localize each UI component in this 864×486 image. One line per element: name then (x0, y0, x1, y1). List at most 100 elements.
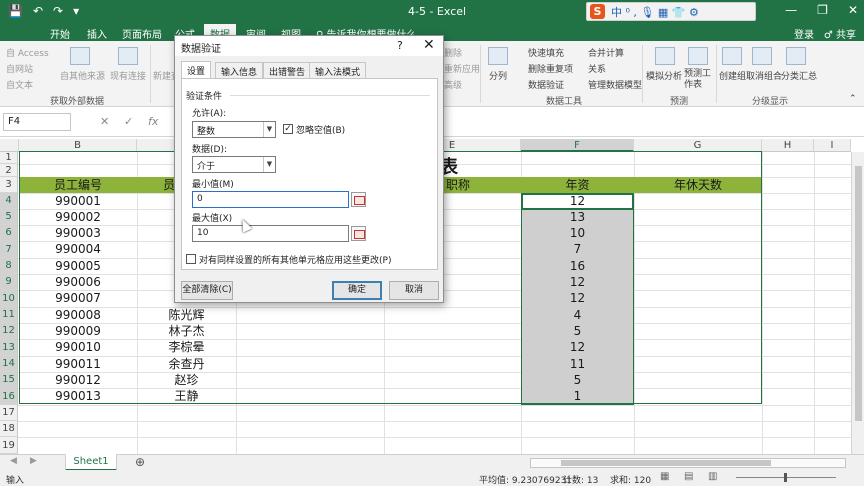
normal-view-icon[interactable]: ▦ (660, 471, 669, 482)
cell-years[interactable]: 12 (521, 290, 634, 306)
add-sheet-icon[interactable]: ⊕ (135, 455, 145, 469)
apply-all-checkbox[interactable] (186, 254, 196, 264)
page-break-view-icon[interactable]: ▥ (708, 471, 717, 482)
row-header[interactable]: 15 (0, 372, 18, 388)
tab-error-alert[interactable]: 出错警告 (263, 62, 312, 78)
row-header[interactable]: 7 (0, 241, 18, 258)
name-box[interactable]: F4 (3, 113, 71, 131)
minimum-range-picker-icon[interactable] (351, 192, 366, 207)
cell-years[interactable]: 5 (521, 372, 634, 388)
column-header-b[interactable]: B (19, 139, 137, 152)
cell-employee-id[interactable]: 990007 (19, 290, 137, 306)
cell-employee-id[interactable]: 990001 (19, 193, 137, 209)
cell-years[interactable]: 16 (521, 258, 634, 274)
manage-data-model-button[interactable]: 管理数据模型 (588, 78, 642, 91)
cell-years[interactable]: 1 (521, 388, 634, 404)
text-to-columns-button[interactable]: 分列 (489, 69, 507, 82)
cell-years[interactable]: 4 (521, 307, 634, 323)
insert-function-icon[interactable]: fx (148, 115, 158, 128)
group-button[interactable]: 创建组 (719, 69, 746, 82)
from-access-button[interactable]: 自 Access (6, 46, 49, 59)
cancel-icon[interactable]: ✕ (100, 115, 109, 128)
cell-employee-id[interactable]: 990006 (19, 274, 137, 290)
cell-employee-id[interactable]: 990002 (19, 209, 137, 225)
row-header[interactable]: 3 (0, 177, 18, 193)
cell-employee-id[interactable]: 990009 (19, 323, 137, 339)
cell-employee-id[interactable]: 990003 (19, 225, 137, 241)
tab-ime-mode[interactable]: 输入法模式 (309, 62, 367, 78)
cell-years[interactable]: 12 (521, 193, 634, 209)
horizontal-scrollbar[interactable] (530, 458, 846, 468)
cell-employee-name[interactable]: 李棕晕 (137, 339, 236, 355)
row-header[interactable]: 17 (0, 405, 18, 421)
cell-employee-name[interactable]: 陈光辉 (137, 307, 236, 323)
cell-employee-id[interactable]: 990010 (19, 339, 137, 355)
data-select[interactable]: 介于 ▼ (192, 156, 276, 173)
tab-input-message[interactable]: 输入信息 (215, 62, 264, 78)
vertical-scrollbar[interactable] (851, 152, 864, 454)
header-annual-leave[interactable]: 年休天数 (634, 177, 762, 193)
cell-employee-id[interactable]: 990011 (19, 356, 137, 372)
cell-years[interactable]: 12 (521, 274, 634, 290)
row-header[interactable]: 8 (0, 258, 18, 274)
relationships-button[interactable]: 关系 (588, 62, 606, 75)
ime-items[interactable]: 中 ⁰ , 🎙 ▦ 👕 ⚙ (611, 4, 699, 20)
other-sources-button[interactable]: 自其他来源 (60, 69, 105, 82)
page-layout-view-icon[interactable]: ▤ (684, 471, 693, 482)
clear-all-button[interactable]: 全部清除(C) (181, 281, 233, 300)
login-link[interactable]: 登录 (794, 26, 814, 41)
help-icon[interactable]: ? (397, 39, 403, 52)
forecast-sheet-button[interactable]: 预测工作表 (684, 69, 714, 91)
row-header[interactable]: 19 (0, 437, 18, 454)
row-header[interactable]: 4 (0, 193, 18, 209)
tab-page-layout[interactable]: 页面布局 (122, 26, 162, 41)
column-header-h[interactable]: H (762, 139, 814, 152)
ime-toolbar[interactable]: S 中 ⁰ , 🎙 ▦ 👕 ⚙ (586, 2, 756, 21)
sheet-tab-sheet1[interactable]: Sheet1 (65, 454, 117, 471)
what-if-analysis-button[interactable]: 模拟分析 (646, 69, 682, 82)
cell-years[interactable]: 11 (521, 356, 634, 372)
tab-home[interactable]: 开始 (50, 26, 70, 41)
maximum-range-picker-icon[interactable] (351, 226, 366, 241)
cancel-button[interactable]: 取消 (389, 281, 439, 300)
row-header[interactable]: 6 (0, 225, 18, 241)
cell-employee-id[interactable]: 990008 (19, 307, 137, 323)
row-header[interactable]: 10 (0, 290, 18, 307)
cell-employee-name[interactable]: 王静 (137, 388, 236, 404)
restore-button[interactable]: ❐ (817, 3, 828, 17)
cell-years[interactable]: 13 (521, 209, 634, 225)
row-header[interactable]: 5 (0, 209, 18, 225)
collapse-ribbon-icon[interactable]: ⌃ (849, 94, 857, 104)
prev-sheet-icon[interactable]: ◀ (10, 456, 17, 466)
remove-duplicates-button[interactable]: 删除重复项 (528, 62, 573, 75)
save-icon[interactable]: 💾 (8, 4, 23, 18)
cell-years[interactable]: 12 (521, 339, 634, 355)
advanced-filter-button[interactable]: 高级 (444, 78, 462, 91)
header-employee-id[interactable]: 员工编号 (19, 177, 137, 193)
cell-employee-id[interactable]: 990005 (19, 258, 137, 274)
flash-fill-button[interactable]: 快速填充 (528, 46, 564, 59)
cell-years[interactable]: 10 (521, 225, 634, 241)
subtotal-button[interactable]: 分类汇总 (781, 69, 817, 82)
row-header[interactable]: 13 (0, 339, 18, 356)
zoom-slider-thumb[interactable] (784, 473, 787, 482)
row-header[interactable]: 18 (0, 421, 18, 437)
cell-employee-id[interactable]: 990004 (19, 241, 137, 257)
tab-settings[interactable]: 设置 (181, 61, 212, 79)
cell-employee-name[interactable]: 林子杰 (137, 323, 236, 339)
cell-employee-name[interactable]: 余查丹 (137, 356, 236, 372)
ok-button[interactable]: 确定 (332, 281, 382, 300)
from-text-button[interactable]: 自文本 (6, 78, 33, 91)
row-header[interactable]: 16 (0, 388, 18, 405)
ignore-blank-checkbox[interactable]: ✓ (283, 124, 293, 134)
data-validation-button[interactable]: 数据验证 (528, 78, 564, 91)
vertical-scroll-thumb[interactable] (855, 166, 862, 421)
row-header[interactable]: 1 (0, 152, 18, 164)
from-web-button[interactable]: 自网站 (6, 62, 33, 75)
reapply-button[interactable]: 重新应用 (444, 62, 480, 75)
cell-employee-name[interactable]: 赵珍 (137, 372, 236, 388)
enter-icon[interactable]: ✓ (124, 115, 133, 128)
row-header[interactable]: 9 (0, 274, 18, 290)
customize-qat-icon[interactable]: ▾ (73, 4, 79, 18)
minimize-button[interactable]: — (785, 3, 797, 17)
